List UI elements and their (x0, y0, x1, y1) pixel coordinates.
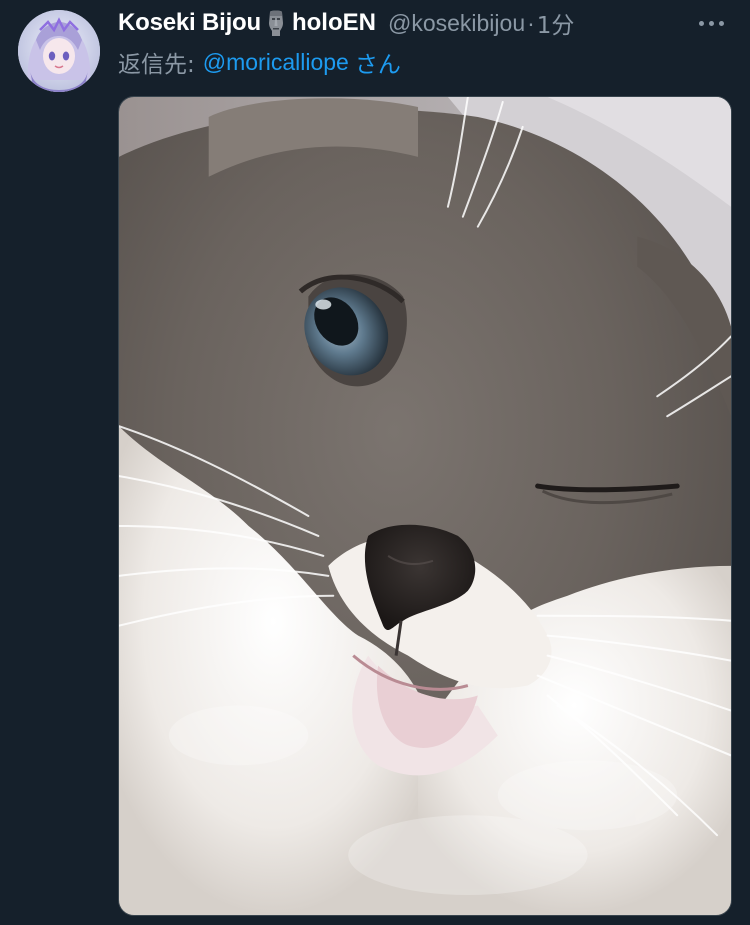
reply-context: 返信先: @moricalliope さん (118, 46, 401, 79)
moai-icon (266, 9, 286, 37)
more-horizontal-icon (718, 20, 724, 26)
reply-suffix: さん (354, 52, 401, 78)
reply-mention-link[interactable]: @moricalliope (203, 49, 349, 76)
more-horizontal-icon (708, 20, 714, 26)
tweet-header: Koseki Bijou holoEN @kosekibijou · 1分 (118, 7, 574, 39)
display-name-suffix[interactable]: holoEN (292, 9, 376, 37)
reply-prefix: 返信先: (118, 52, 195, 78)
timestamp[interactable]: 1分 (537, 6, 575, 40)
avatar-image (18, 10, 100, 92)
display-name[interactable]: Koseki Bijou (118, 9, 261, 37)
avatar[interactable] (18, 10, 100, 92)
user-handle[interactable]: @kosekibijou (388, 10, 525, 37)
cat-photo (119, 97, 731, 915)
more-horizontal-icon (698, 20, 704, 26)
tweet-photo[interactable] (118, 96, 732, 916)
more-options-button[interactable] (694, 8, 728, 38)
separator-dot: · (527, 9, 535, 36)
